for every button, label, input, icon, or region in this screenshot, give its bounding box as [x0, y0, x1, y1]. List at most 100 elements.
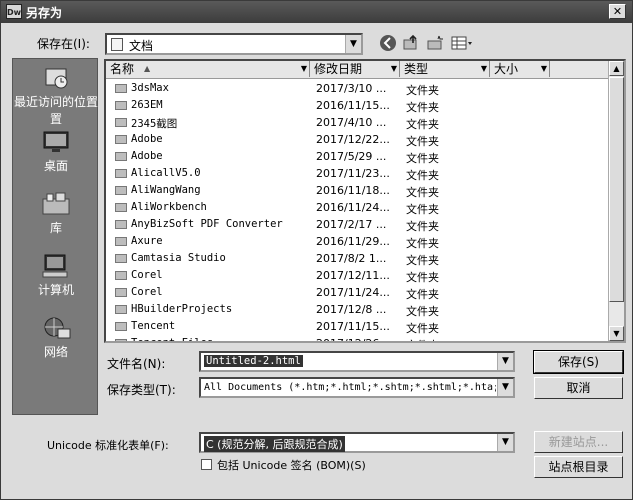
place-library[interactable]: 库: [13, 191, 99, 236]
file-date: 2017/12/26...: [316, 337, 390, 341]
file-type: 文件夹: [406, 322, 439, 335]
folder-icon: [115, 305, 127, 314]
file-name: 2345截图: [131, 118, 178, 130]
filetype-dropdown-icon[interactable]: ▼: [497, 379, 513, 396]
file-name: AliWorkbench: [131, 201, 207, 213]
file-date: 2017/5/29 ...: [316, 150, 387, 163]
place-recent[interactable]: 最近访问的位置 置: [13, 65, 99, 127]
column-name-filter-icon[interactable]: ▼: [301, 61, 307, 77]
file-type: 文件夹: [406, 118, 439, 131]
file-row[interactable]: Corel 2017/12/11... 文件夹: [106, 267, 610, 284]
unicode-form-dropdown-icon[interactable]: ▼: [497, 434, 513, 451]
up-folder-icon[interactable]: [401, 34, 421, 54]
filename-dropdown-icon[interactable]: ▼: [497, 353, 513, 370]
file-row[interactable]: Tencent Files 2017/12/26... 文件夹: [106, 335, 610, 341]
file-name: AnyBizSoft PDF Converter: [131, 218, 283, 230]
place-desktop[interactable]: 桌面: [13, 129, 99, 174]
file-date: 2017/12/8 ...: [316, 303, 387, 316]
close-button[interactable]: ✕: [609, 4, 626, 19]
file-name: HBuilderProjects: [131, 303, 233, 315]
file-type: 文件夹: [406, 169, 439, 182]
column-date-label: 修改日期: [314, 62, 363, 76]
file-list[interactable]: 名称 ▲ ▼ 修改日期 ▼ 类型 ▼ 大小 ▼ 3dsMax 2017/3/10 …: [104, 59, 626, 343]
file-date: 2017/12/22...: [316, 133, 390, 146]
folder-icon: [115, 237, 127, 246]
column-date-filter-icon[interactable]: ▼: [391, 61, 397, 77]
vertical-scrollbar[interactable]: ▲ ▼: [608, 61, 624, 341]
folder-icon: [115, 254, 127, 263]
column-type[interactable]: 类型 ▼: [400, 61, 490, 77]
column-type-filter-icon[interactable]: ▼: [481, 61, 487, 77]
folder-icon: [115, 118, 127, 127]
close-icon: ✕: [612, 5, 623, 18]
place-recent-label: 最近访问的位置: [13, 95, 98, 109]
file-row[interactable]: 263EM 2016/11/15... 文件夹: [106, 97, 610, 114]
file-type: 文件夹: [406, 101, 439, 114]
site-root-button[interactable]: 站点根目录: [534, 456, 623, 478]
file-row[interactable]: AlicallV5.0 2017/11/23... 文件夹: [106, 165, 610, 182]
place-network[interactable]: 网络: [13, 315, 99, 360]
place-desktop-label: 桌面: [43, 159, 68, 173]
file-type: 文件夹: [406, 237, 439, 250]
file-row[interactable]: Adobe 2017/12/22... 文件夹: [106, 131, 610, 148]
save-button[interactable]: 保存(S): [533, 350, 624, 374]
file-name: Adobe: [131, 133, 163, 145]
save-as-dialog: Dw 另存为 ✕ 保存在(I): 文档 ▼ 最近访问的位置 置 桌面 库 计算机…: [0, 0, 633, 500]
file-row[interactable]: Axure 2016/11/29... 文件夹: [106, 233, 610, 250]
file-row[interactable]: AnyBizSoft PDF Converter 2017/2/17 ... 文件夹: [106, 216, 610, 233]
back-icon[interactable]: [378, 34, 398, 54]
filename-label: 文件名(N):: [107, 357, 166, 371]
file-row[interactable]: Corel 2017/11/24... 文件夹: [106, 284, 610, 301]
folder-icon: [115, 220, 127, 229]
file-row[interactable]: Adobe 2017/5/29 ... 文件夹: [106, 148, 610, 165]
file-row[interactable]: Camtasia Studio 2017/8/2 1... 文件夹: [106, 250, 610, 267]
file-row[interactable]: 3dsMax 2017/3/10 ... 文件夹: [106, 80, 610, 97]
filename-value: Untitled-2.html: [204, 355, 303, 367]
chevron-down-icon[interactable]: ▼: [345, 35, 361, 53]
file-name: 3dsMax: [131, 82, 169, 94]
filetype-select[interactable]: All Documents (*.htm;*.html;*.shtm;*.sht…: [199, 377, 515, 398]
bom-checkbox[interactable]: [201, 459, 212, 470]
file-row[interactable]: Tencent 2017/11/15... 文件夹: [106, 318, 610, 335]
save-in-value: 文档: [129, 39, 154, 53]
file-row[interactable]: 2345截图 2017/4/10 ... 文件夹: [106, 114, 610, 131]
folder-icon: [115, 135, 127, 144]
sort-ascending-icon: ▲: [144, 64, 151, 73]
scroll-thumb[interactable]: [609, 77, 624, 302]
file-type: 文件夹: [406, 186, 439, 199]
view-menu-icon[interactable]: [449, 34, 475, 54]
file-type: 文件夹: [406, 305, 439, 318]
file-name: Corel: [131, 286, 163, 298]
file-row[interactable]: AliWorkbench 2016/11/24... 文件夹: [106, 199, 610, 216]
scroll-down-button[interactable]: ▼: [609, 326, 624, 341]
column-name[interactable]: 名称 ▲ ▼: [106, 61, 310, 77]
file-date: 2017/11/23...: [316, 167, 390, 180]
scroll-up-button[interactable]: ▲: [609, 61, 624, 76]
column-date[interactable]: 修改日期 ▼: [310, 61, 400, 77]
folder-icon: [115, 339, 127, 341]
file-date: 2017/8/2 1...: [316, 252, 387, 265]
file-row[interactable]: HBuilderProjects 2017/12/8 ... 文件夹: [106, 301, 610, 318]
file-row[interactable]: AliWangWang 2016/11/18... 文件夹: [106, 182, 610, 199]
save-in-dropdown[interactable]: 文档 ▼: [105, 33, 363, 55]
file-name: Axure: [131, 235, 163, 247]
filetype-value: All Documents (*.htm;*.html;*.shtm;*.sht…: [204, 382, 496, 393]
title-bar[interactable]: Dw 另存为 ✕: [1, 1, 632, 23]
column-size[interactable]: 大小 ▼: [490, 61, 550, 77]
save-in-label: 保存在(I):: [37, 37, 90, 51]
document-folder-icon: [111, 38, 123, 51]
column-size-filter-icon[interactable]: ▼: [541, 61, 547, 77]
file-type: 文件夹: [406, 152, 439, 165]
file-date: 2016/11/29...: [316, 235, 390, 248]
cancel-button[interactable]: 取消: [534, 377, 623, 399]
file-type: 文件夹: [406, 271, 439, 284]
unicode-form-select[interactable]: C (规范分解, 后跟规范合成) ▼: [199, 432, 515, 453]
file-type: 文件夹: [406, 220, 439, 233]
filename-input[interactable]: Untitled-2.html ▼: [199, 351, 515, 372]
file-name: AliWangWang: [131, 184, 201, 196]
new-folder-icon[interactable]: [425, 34, 445, 54]
place-computer[interactable]: 计算机: [13, 253, 99, 298]
file-name: Tencent: [131, 320, 176, 332]
new-site-button[interactable]: 新建站点...: [534, 431, 623, 453]
folder-icon: [115, 288, 127, 297]
